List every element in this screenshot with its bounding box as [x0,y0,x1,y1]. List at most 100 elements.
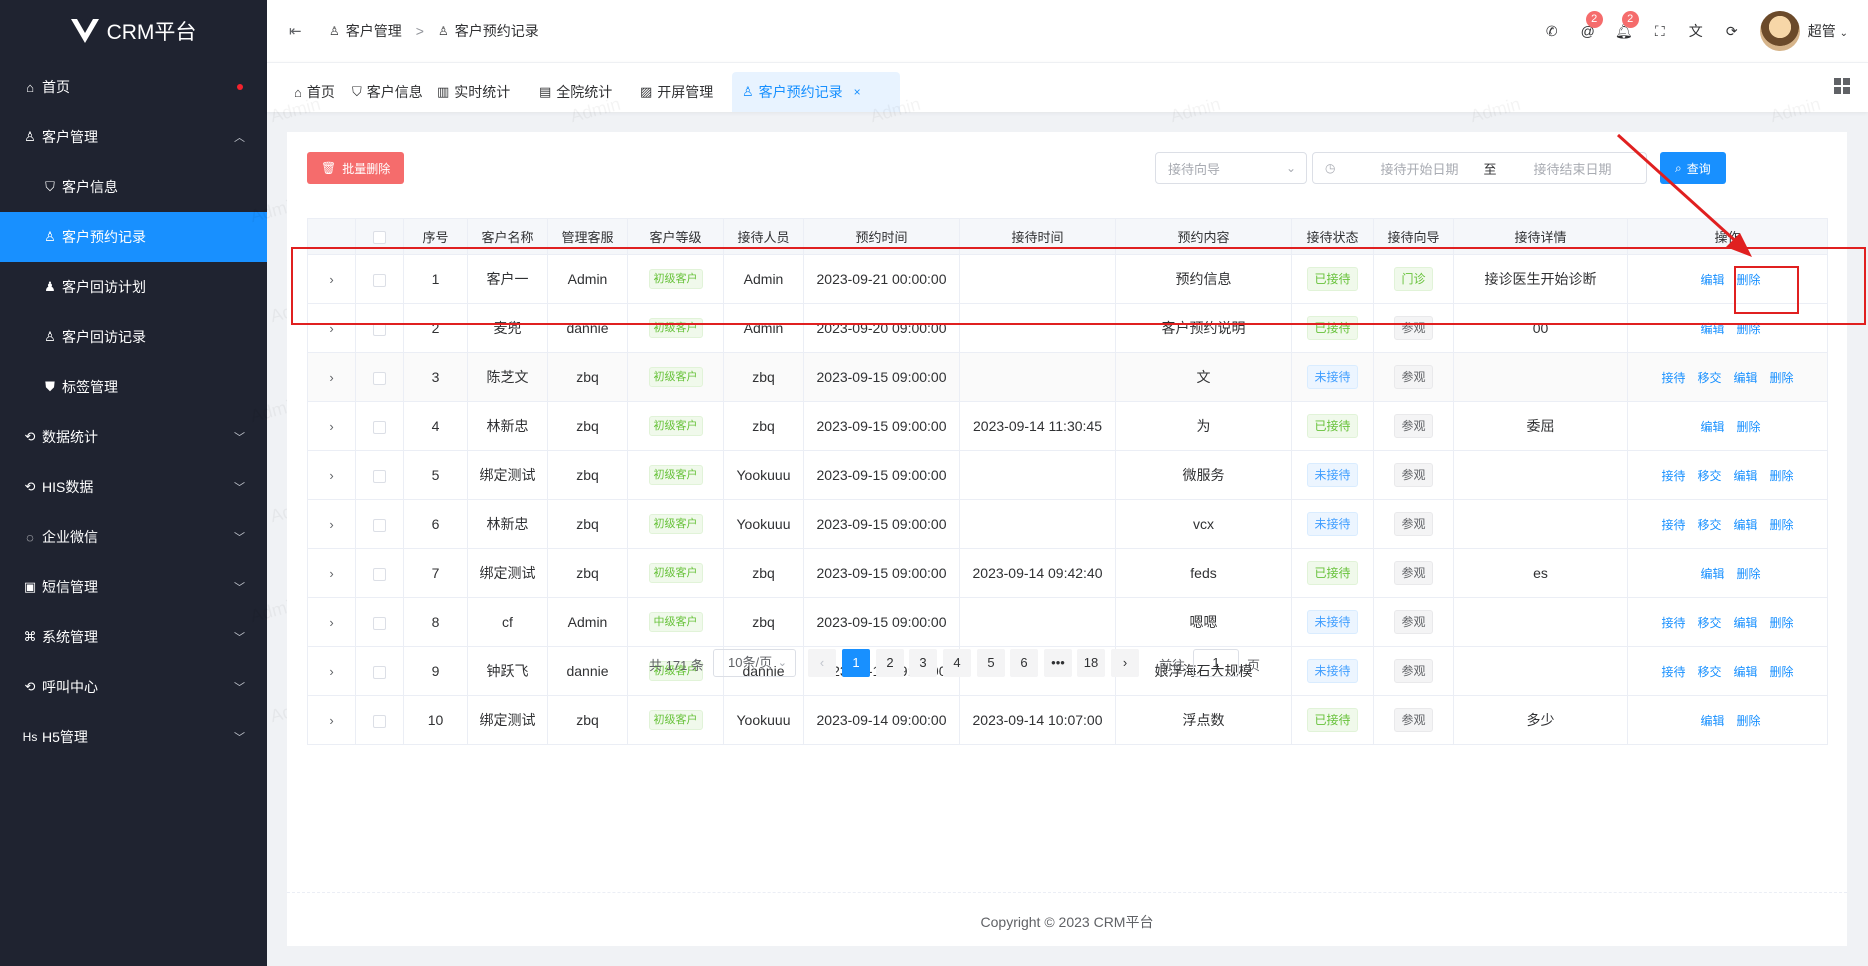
collapse-sidebar-icon[interactable]: ⇤ [289,22,309,40]
table-cell: › [307,695,356,745]
row-checkbox[interactable] [373,371,386,385]
sidebar-item[interactable]: ⟲ 呼叫中心 ﹀ [0,662,267,712]
sidebar-item[interactable]: ⌂ 首页 [0,62,267,112]
edit-button[interactable]: 编辑 [1700,420,1724,434]
row-checkbox[interactable] [373,322,386,336]
expand-row-icon[interactable]: › [329,713,333,728]
expand-row-icon[interactable]: › [329,370,333,385]
expand-row-icon[interactable]: › [329,272,333,287]
delete-button[interactable]: 删除 [1770,616,1794,630]
expand-row-icon[interactable]: › [329,419,333,434]
sidebar-item[interactable]: ◌ 企业微信 ﹀ [0,512,267,562]
delete-button[interactable]: 删除 [1737,714,1761,728]
page-size-select[interactable]: 10条/页 ⌄ [713,649,796,677]
batch-delete-button[interactable]: 🗑︎ 批量删除 [307,152,405,184]
edit-button[interactable]: 编辑 [1700,273,1724,287]
row-checkbox[interactable] [373,273,386,287]
page-button[interactable]: 18 [1077,649,1105,677]
receive-button[interactable]: 接待 [1661,469,1685,483]
edit-button[interactable]: 编辑 [1734,518,1758,532]
row-number: 6 [431,516,440,532]
translate-icon[interactable]: 文 [1688,23,1704,39]
edit-button[interactable]: 编辑 [1700,322,1724,336]
next-page-button[interactable]: › [1111,649,1139,677]
app-logo[interactable]: CRM平台 [0,0,267,62]
prev-page-button[interactable]: ‹ [808,649,836,677]
page-button[interactable]: 6 [1010,649,1038,677]
query-button[interactable]: ⌕ 查询 [1660,152,1726,184]
sidebar-item[interactable]: ⟲ HIS数据 ﹀ [0,462,267,512]
tab[interactable]: ⌂ 首页 [284,72,345,112]
tab[interactable]: ▤ 全院统计 [529,72,622,112]
transfer-button[interactable]: 移交 [1697,616,1721,630]
expand-row-icon[interactable]: › [329,468,333,483]
guide-select[interactable]: 接待向导 ⌄ [1155,152,1307,184]
expand-row-icon[interactable]: › [329,517,333,532]
grid-menu-icon[interactable] [1834,78,1850,94]
expand-row-icon[interactable]: › [329,321,333,336]
fullscreen-icon[interactable]: ⛶ [1652,23,1668,39]
row-checkbox[interactable] [373,714,386,728]
sidebar-item[interactable]: ♙ 客户管理 ︿ [0,112,267,162]
tab[interactable]: ♙ 客户预约记录 × [732,72,900,112]
delete-button[interactable]: 删除 [1770,518,1794,532]
receive-button[interactable]: 接待 [1661,518,1685,532]
refresh-icon[interactable]: ⟳ [1724,23,1740,39]
row-checkbox[interactable] [373,420,386,434]
edit-button[interactable]: 编辑 [1700,714,1724,728]
mention-icon[interactable]: @2 [1580,11,1603,39]
sidebar-item[interactable]: ♙ 客户预约记录 [0,212,267,262]
sidebar-item[interactable]: ⟲ 数据统计 ﹀ [0,412,267,462]
date-range-picker[interactable]: ◷ 接待开始日期 至 接待结束日期 [1312,152,1647,184]
table-cell: 微服务 [1115,450,1292,500]
row-checkbox[interactable] [373,616,386,630]
delete-button[interactable]: 删除 [1737,273,1761,287]
close-icon[interactable]: × [854,85,861,99]
receive-button[interactable]: 接待 [1661,616,1685,630]
transfer-button[interactable]: 移交 [1697,469,1721,483]
goto-page-input[interactable]: 1 [1193,649,1239,677]
delete-button[interactable]: 删除 [1770,371,1794,385]
edit-button[interactable]: 编辑 [1734,616,1758,630]
page-button[interactable]: 1 [842,649,870,677]
row-checkbox[interactable] [373,518,386,532]
row-checkbox[interactable] [373,567,386,581]
sidebar-item[interactable]: ⌘ 系统管理 ﹀ [0,612,267,662]
delete-button[interactable]: 删除 [1737,567,1761,581]
breadcrumb-item[interactable]: 客户管理 [346,21,402,41]
edit-button[interactable]: 编辑 [1700,567,1724,581]
user-name[interactable]: 超管 ⌄ [1808,21,1848,41]
sidebar-item[interactable]: ▣ 短信管理 ﹀ [0,562,267,612]
end-date-input[interactable]: 接待结束日期 [1523,159,1623,178]
phone-icon[interactable]: ✆ [1544,23,1560,39]
sidebar-item[interactable]: ♟ 客户回访计划 [0,262,267,312]
sidebar-item[interactable]: ♙ 客户回访记录 [0,312,267,362]
table-cell: 参观 [1373,548,1454,598]
tab[interactable]: ▨ 开屏管理 [630,72,723,112]
more-pages-button[interactable]: ••• [1044,649,1072,677]
delete-button[interactable]: 删除 [1770,469,1794,483]
tab[interactable]: ⛉ 客户信息 [342,72,433,112]
sidebar-item[interactable]: Hs H5管理 ﹀ [0,712,267,762]
page-button[interactable]: 2 [876,649,904,677]
sidebar-item[interactable]: ⛉ 客户信息 [0,162,267,212]
expand-row-icon[interactable]: › [329,615,333,630]
page-button[interactable]: 5 [977,649,1005,677]
sidebar-item[interactable]: ⛊ 标签管理 [0,362,267,412]
page-button[interactable]: 3 [909,649,937,677]
select-all-checkbox[interactable] [373,231,386,245]
edit-button[interactable]: 编辑 [1734,371,1758,385]
start-date-input[interactable]: 接待开始日期 [1369,159,1469,178]
transfer-button[interactable]: 移交 [1697,518,1721,532]
receive-button[interactable]: 接待 [1661,371,1685,385]
delete-button[interactable]: 删除 [1737,322,1761,336]
tab[interactable]: ▥ 实时统计 [427,72,520,112]
transfer-button[interactable]: 移交 [1697,371,1721,385]
page-button[interactable]: 4 [943,649,971,677]
avatar[interactable] [1759,11,1800,51]
row-checkbox[interactable] [373,469,386,483]
bell-icon[interactable]: 🔔︎ 2 [1615,11,1639,39]
edit-button[interactable]: 编辑 [1734,469,1758,483]
expand-row-icon[interactable]: › [329,566,333,581]
delete-button[interactable]: 删除 [1737,420,1761,434]
